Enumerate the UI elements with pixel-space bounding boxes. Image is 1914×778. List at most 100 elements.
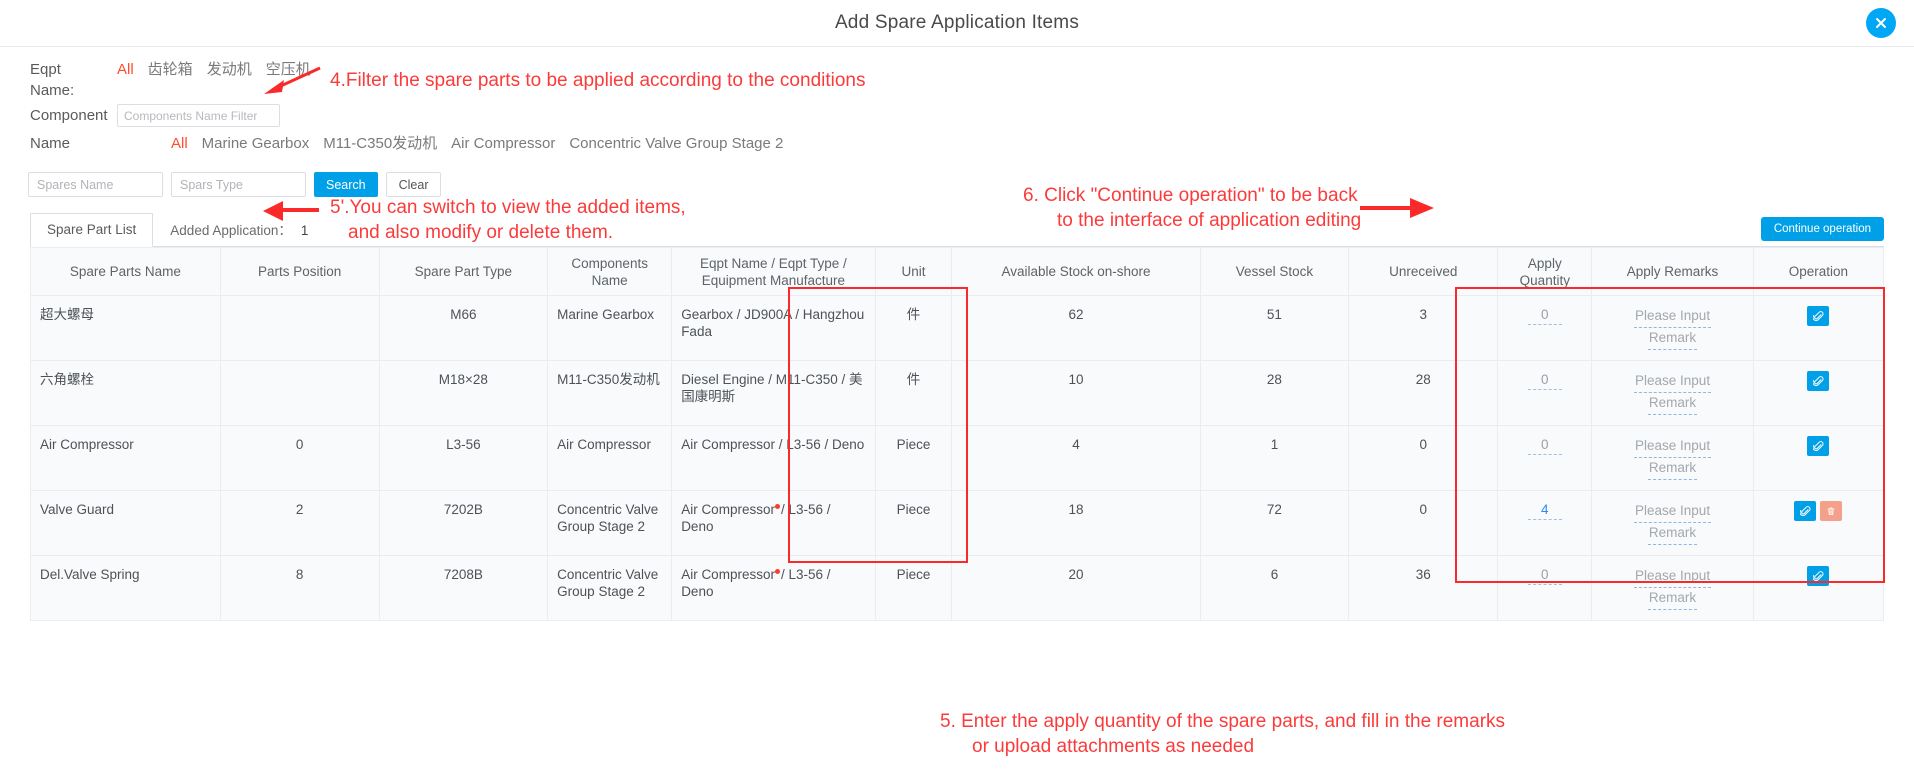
- eqpt-chip-engine[interactable]: 发动机: [207, 59, 252, 81]
- cell-spare-parts-name: 六角螺栓: [30, 360, 221, 426]
- attachment-icon[interactable]: [1807, 566, 1830, 586]
- eqpt-chip-group: All 齿轮箱 发动机 空压机: [105, 59, 325, 81]
- col-parts-position: Parts Position: [219, 247, 380, 296]
- search-button[interactable]: Search: [314, 172, 378, 197]
- cell-apply-remarks: Please Input Remark: [1591, 360, 1754, 426]
- apply-quantity-input[interactable]: 4: [1527, 501, 1562, 520]
- apply-remark-placeholder-line1: Please Input: [1634, 436, 1712, 458]
- name-chip-air-compressor[interactable]: Air Compressor: [451, 133, 555, 155]
- attachment-icon[interactable]: [1807, 371, 1830, 391]
- name-chip-all[interactable]: All: [171, 133, 188, 155]
- close-icon[interactable]: [1866, 8, 1896, 38]
- cell-unit: 件: [874, 360, 953, 426]
- eqpt-chip-all[interactable]: All: [117, 59, 134, 81]
- cell-unit: Piece: [874, 490, 953, 556]
- delete-icon[interactable]: [1820, 501, 1843, 521]
- table-body: 超大螺母 M66 Marine Gearbox Gearbox / JD900A / …: [30, 295, 1885, 621]
- table-row: 六角螺栓 M18×28 M11-C350发动机 Diesel Engine / M11…: [30, 360, 1885, 426]
- cell-components-name: Marine Gearbox: [547, 295, 673, 361]
- name-chip-marine-gearbox[interactable]: Marine Gearbox: [202, 133, 310, 155]
- attachment-icon[interactable]: [1794, 501, 1817, 521]
- cell-spare-parts-name: Del.Valve Spring: [30, 555, 221, 621]
- cell-spare-parts-name: 超大螺母: [30, 295, 221, 361]
- cell-eqpt-name: Air Compressor / L3-56 / Deno: [671, 490, 876, 556]
- cell-apply-quantity: 0: [1497, 295, 1593, 361]
- table-row: Valve Guard 2 7202B Concentric Valve Group …: [30, 490, 1885, 556]
- col-spare-parts-name: Spare Parts Name: [30, 247, 221, 296]
- apply-remark-placeholder-line2: Remark: [1647, 458, 1698, 480]
- apply-remark-input[interactable]: Please Input Remark: [1601, 566, 1743, 610]
- cell-spare-parts-name: Air Compressor: [30, 425, 221, 491]
- apply-remark-placeholder-line2: Remark: [1647, 523, 1698, 545]
- spars-type-input[interactable]: [171, 172, 306, 197]
- apply-remark-placeholder-line1: Please Input: [1634, 371, 1712, 393]
- apply-remark-placeholder-line1: Please Input: [1634, 306, 1712, 328]
- cell-operation: [1752, 490, 1885, 556]
- tab-added-application[interactable]: Added Application： 1: [153, 214, 325, 247]
- eqpt-chip-gearbox[interactable]: 齿轮箱: [148, 59, 193, 81]
- cell-unreceived: 0: [1348, 425, 1499, 491]
- col-components-name: Components Name: [547, 247, 673, 296]
- cell-vessel-stock: 51: [1199, 295, 1350, 361]
- annotation-5-line1: 5. Enter the apply quantity of the spare…: [940, 711, 1506, 732]
- apply-remark-input[interactable]: Please Input Remark: [1601, 306, 1743, 350]
- apply-remark-input[interactable]: Please Input Remark: [1601, 371, 1743, 415]
- apply-quantity-input[interactable]: 0: [1527, 371, 1562, 390]
- name-chip-m11-c350[interactable]: M11-C350发动机: [323, 133, 437, 155]
- cell-apply-remarks: Please Input Remark: [1591, 425, 1754, 491]
- cell-eqpt-name: Air Compressor / L3-56 / Deno: [671, 425, 876, 491]
- col-spare-part-type: Spare Part Type: [378, 247, 549, 296]
- spare-parts-table: Spare Parts Name Parts Position Spare Pa…: [30, 247, 1885, 621]
- cell-available-stock: 20: [951, 555, 1201, 621]
- cell-unit: 件: [874, 295, 953, 361]
- cell-available-stock: 10: [951, 360, 1201, 426]
- cell-available-stock: 18: [951, 490, 1201, 556]
- cell-apply-quantity: 0: [1497, 555, 1593, 621]
- cell-apply-quantity: 0: [1497, 360, 1593, 426]
- apply-remark-placeholder-line2: Remark: [1647, 328, 1698, 350]
- component-name-chip-row: Name All Marine Gearbox M11-C350发动机 Air …: [30, 133, 1914, 155]
- cell-apply-remarks: Please Input Remark: [1591, 490, 1754, 556]
- clear-button[interactable]: Clear: [385, 172, 442, 197]
- cell-parts-position: [219, 360, 380, 426]
- name-chip-concentric-valve[interactable]: Concentric Valve Group Stage 2: [569, 133, 783, 155]
- apply-remark-input[interactable]: Please Input Remark: [1601, 501, 1743, 545]
- eqpt-chip-compressor[interactable]: 空压机: [266, 59, 311, 81]
- attachment-icon[interactable]: [1807, 436, 1830, 456]
- cell-unreceived: 36: [1348, 555, 1499, 621]
- cell-parts-position: 0: [219, 425, 380, 491]
- col-unreceived: Unreceived: [1348, 247, 1499, 296]
- apply-quantity-input[interactable]: 0: [1527, 436, 1562, 455]
- cell-parts-position: 8: [219, 555, 380, 621]
- cell-parts-position: 2: [219, 490, 380, 556]
- tab-spare-part-list[interactable]: Spare Part List: [30, 213, 154, 247]
- apply-remark-input[interactable]: Please Input Remark: [1601, 436, 1743, 480]
- cell-spare-parts-name: Valve Guard: [30, 490, 221, 556]
- eqpt-name-filter-row: Eqpt Name: All 齿轮箱 发动机 空压机: [30, 59, 1914, 101]
- apply-quantity-input[interactable]: 0: [1527, 306, 1562, 325]
- cell-unit: Piece: [874, 555, 953, 621]
- apply-quantity-input[interactable]: 0: [1527, 566, 1562, 585]
- cell-eqpt-name: Air Compressor / L3-56 / Deno: [671, 555, 876, 621]
- cell-vessel-stock: 1: [1199, 425, 1350, 491]
- tab-spare-part-list-label: Spare Part List: [47, 222, 137, 237]
- tab-added-application-label: Added Application：: [170, 223, 292, 238]
- cell-operation: [1752, 360, 1885, 426]
- cell-vessel-stock: 72: [1199, 490, 1350, 556]
- cell-vessel-stock: 28: [1199, 360, 1350, 426]
- annotation-5-line2: or upload attachments as needed: [972, 736, 1255, 757]
- spares-name-input[interactable]: [28, 172, 163, 197]
- apply-remark-placeholder-line1: Please Input: [1634, 501, 1712, 523]
- cell-components-name: Concentric Valve Group Stage 2: [547, 555, 673, 621]
- attachment-icon[interactable]: [1807, 306, 1830, 326]
- cell-apply-quantity: 4: [1497, 490, 1593, 556]
- apply-remark-placeholder-line1: Please Input: [1634, 566, 1712, 588]
- cell-eqpt-name: Diesel Engine / M11-C350 / 美国康明斯: [671, 360, 876, 426]
- continue-operation-button[interactable]: Continue operation: [1760, 217, 1884, 241]
- alert-dot-icon: [774, 568, 780, 574]
- cell-eqpt-name-text: Air Compressor: [681, 567, 775, 582]
- component-filter-row: Component: [30, 104, 1914, 127]
- component-name-filter-input[interactable]: [117, 104, 280, 127]
- spare-parts-table-wrap: Spare Parts Name Parts Position Spare Pa…: [30, 247, 1885, 621]
- table-row: 超大螺母 M66 Marine Gearbox Gearbox / JD900A / …: [30, 295, 1885, 361]
